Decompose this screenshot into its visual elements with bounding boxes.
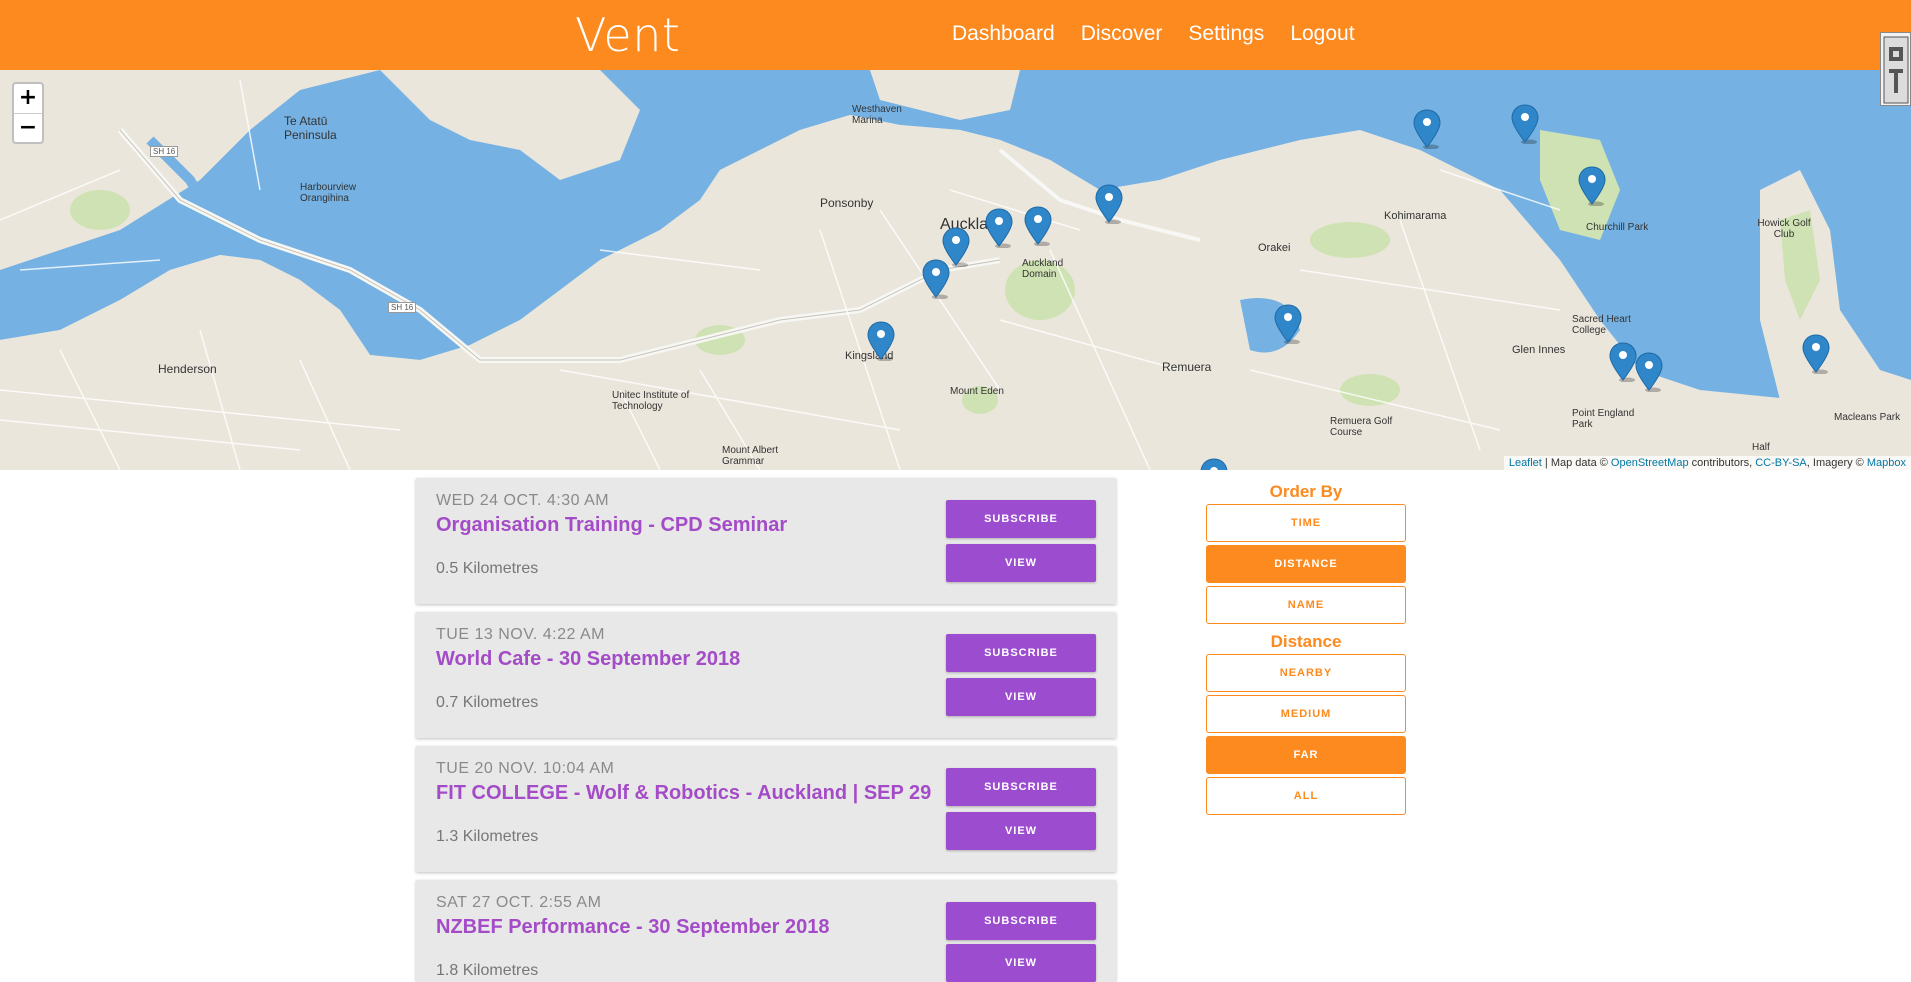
event-card: SAT 27 OCT. 2:55 AM NZBEF Performance - … <box>416 880 1116 982</box>
attribution-mapbox-link[interactable]: Mapbox <box>1867 457 1906 469</box>
subscribe-button[interactable]: SUBSCRIBE <box>946 634 1096 672</box>
event-card: TUE 20 NOV. 10:04 AM FIT COLLEGE - Wolf … <box>416 746 1116 872</box>
map-label-kohimarama: Kohimarama <box>1384 210 1447 222</box>
subscribe-button[interactable]: SUBSCRIBE <box>946 768 1096 806</box>
view-button[interactable]: VIEW <box>946 678 1096 716</box>
event-distance: 0.5 Kilometres <box>436 560 539 577</box>
map-marker-icon[interactable] <box>985 208 1013 248</box>
view-button[interactable]: VIEW <box>946 812 1096 850</box>
map-marker-icon[interactable] <box>867 321 895 361</box>
map-label-sh16-b: SH 16 <box>388 302 417 313</box>
map-marker-icon[interactable] <box>1578 166 1606 206</box>
map-label-ponsonby: Ponsonby <box>820 196 874 210</box>
map-label-half: Half <box>1752 442 1770 453</box>
events-map[interactable]: Auckland Te Atatū Peninsula Harbourview … <box>0 70 1911 470</box>
map-marker-icon[interactable] <box>1413 109 1441 149</box>
event-title[interactable]: FIT COLLEGE - Wolf & Robotics - Auckland… <box>436 782 931 805</box>
zoom-out-icon[interactable]: − <box>14 113 42 142</box>
subscribe-button[interactable]: SUBSCRIBE <box>946 500 1096 538</box>
map-marker-icon[interactable] <box>1802 334 1830 374</box>
top-navbar: Vent Dashboard Discover Settings Logout <box>0 0 1911 70</box>
map-label-te-atatu: Te Atatū Peninsula <box>284 114 337 142</box>
event-title[interactable]: Organisation Training - CPD Seminar <box>436 514 787 537</box>
main-nav: Dashboard Discover Settings Logout <box>952 22 1381 46</box>
map-label-unitec: Unitec Institute of Technology <box>612 390 690 412</box>
distance-far-button[interactable]: FAR <box>1206 736 1406 774</box>
order-by-heading: Order By <box>1269 482 1343 501</box>
distance-medium-button[interactable]: MEDIUM <box>1206 695 1406 733</box>
distance-heading: Distance <box>1270 632 1342 651</box>
map-label-harbourview: Harbourview Orangihina <box>300 182 357 204</box>
event-distance: 1.8 Kilometres <box>436 962 539 979</box>
map-label-point-england: Point England Park <box>1572 408 1635 430</box>
map-attribution: Leaflet | Map data © OpenStreetMap contr… <box>1503 456 1911 470</box>
event-distance: 0.7 Kilometres <box>436 694 539 711</box>
map-label-churchill: Churchill Park <box>1586 222 1649 233</box>
map-marker-icon[interactable] <box>922 259 950 299</box>
event-card: WED 24 OCT. 4:30 AM Organisation Trainin… <box>416 478 1116 604</box>
map-label-domain: Auckland Domain <box>1022 258 1064 280</box>
view-button[interactable]: VIEW <box>946 944 1096 982</box>
map-marker-icon[interactable] <box>1024 206 1052 246</box>
event-title[interactable]: NZBEF Performance - 30 September 2018 <box>436 916 830 939</box>
map-marker-icon[interactable] <box>1274 304 1302 344</box>
order-distance-button[interactable]: DISTANCE <box>1206 545 1406 583</box>
map-marker-icon[interactable] <box>1609 342 1637 382</box>
attribution-osm-link[interactable]: OpenStreetMap <box>1611 457 1689 469</box>
event-date: SAT 27 OCT. 2:55 AM <box>436 894 602 911</box>
attribution-text: , Imagery © <box>1806 457 1867 469</box>
zoom-in-icon[interactable]: + <box>14 84 42 113</box>
event-date: TUE 20 NOV. 10:04 AM <box>436 760 615 777</box>
map-label-mount-albert: Mount Albert Grammar <box>722 445 779 467</box>
map-label-orakei: Orakei <box>1258 242 1291 254</box>
event-date: WED 24 OCT. 4:30 AM <box>436 492 610 509</box>
attribution-text: contributors, <box>1688 457 1756 469</box>
map-label-glen-innes: Glen Innes <box>1512 344 1566 356</box>
map-label-howick-golf: Howick Golf Club <box>1757 218 1811 240</box>
map-label-westhaven: Westhaven Marina <box>852 104 902 126</box>
map-label-remuera: Remuera <box>1162 360 1212 374</box>
distance-nearby-button[interactable]: NEARBY <box>1206 654 1406 692</box>
event-date: TUE 13 NOV. 4:22 AM <box>436 626 605 643</box>
event-title[interactable]: World Cafe - 30 September 2018 <box>436 648 740 671</box>
order-time-button[interactable]: TIME <box>1206 504 1406 542</box>
map-label-sh16-a: SH 16 <box>150 146 179 157</box>
map-label-sacred-heart: Sacred Heart College <box>1572 314 1631 336</box>
nav-dashboard[interactable]: Dashboard <box>952 22 1055 46</box>
map-marker-icon[interactable] <box>1635 352 1663 392</box>
map-label-henderson: Henderson <box>158 362 217 376</box>
map-marker-icon[interactable] <box>1200 458 1228 470</box>
map-label-mount-eden: Mount Eden <box>950 386 1004 397</box>
devtools-badge-icon[interactable] <box>1880 32 1911 106</box>
map-marker-icon[interactable] <box>1095 184 1123 224</box>
event-distance: 1.3 Kilometres <box>436 828 539 845</box>
attribution-license-link[interactable]: CC-BY-SA <box>1755 457 1807 469</box>
attribution-leaflet-link[interactable]: Leaflet <box>1509 457 1542 469</box>
attribution-text: | Map data © <box>1541 457 1611 469</box>
nav-discover[interactable]: Discover <box>1081 22 1163 46</box>
map-marker-icon[interactable] <box>1511 104 1539 144</box>
map-label-remuera-golf: Remuera Golf Course <box>1330 416 1393 438</box>
brand-logo[interactable]: Vent <box>575 8 680 62</box>
zoom-control: + − <box>12 82 44 144</box>
distance-all-button[interactable]: ALL <box>1206 777 1406 815</box>
map-label-macleans: Macleans Park <box>1834 412 1901 423</box>
nav-settings[interactable]: Settings <box>1188 22 1264 46</box>
event-card: TUE 13 NOV. 4:22 AM World Cafe - 30 Sept… <box>416 612 1116 738</box>
subscribe-button[interactable]: SUBSCRIBE <box>946 902 1096 940</box>
order-name-button[interactable]: NAME <box>1206 586 1406 624</box>
nav-logout[interactable]: Logout <box>1290 22 1354 46</box>
view-button[interactable]: VIEW <box>946 544 1096 582</box>
